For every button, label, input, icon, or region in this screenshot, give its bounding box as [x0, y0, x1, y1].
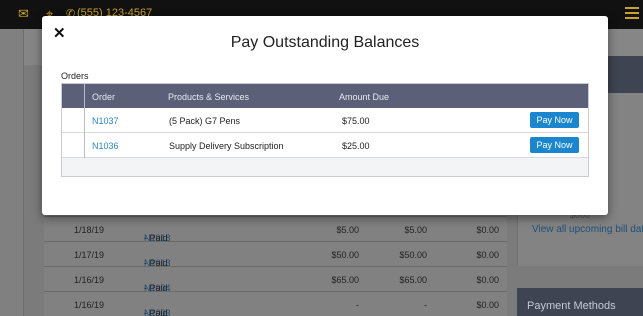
pay-balances-modal: ✕ Pay Outstanding Balances Orders Order … [42, 16, 608, 215]
pay-now-button[interactable]: Pay Now [530, 112, 579, 128]
row-select-divider [84, 84, 85, 158]
column-header-amount: Amount Due [339, 92, 390, 102]
order-amount-due: $25.00 [342, 141, 370, 151]
table-row: N1036 Supply Delivery Subscription $25.0… [62, 133, 588, 158]
table-row: N1037 (5 Pack) G7 Pens $75.00 Pay Now [62, 108, 588, 133]
order-product: (5 Pack) G7 Pens [169, 116, 241, 126]
modal-title: Pay Outstanding Balances [230, 34, 420, 51]
orders-table-footer [62, 158, 588, 176]
order-link[interactable]: N1036 [92, 141, 119, 151]
order-amount-due: $75.00 [342, 116, 370, 126]
orders-table: Order Products & Services Amount Due N10… [61, 83, 589, 177]
pay-now-button[interactable]: Pay Now [530, 137, 579, 153]
order-link[interactable]: N1037 [92, 116, 119, 126]
orders-table-header: Order Products & Services Amount Due [62, 84, 588, 108]
column-header-order: Order [92, 92, 116, 102]
column-header-products: Products & Services [168, 92, 250, 102]
order-product: Supply Delivery Subscription [169, 141, 284, 151]
orders-section-label: Orders [61, 71, 89, 81]
